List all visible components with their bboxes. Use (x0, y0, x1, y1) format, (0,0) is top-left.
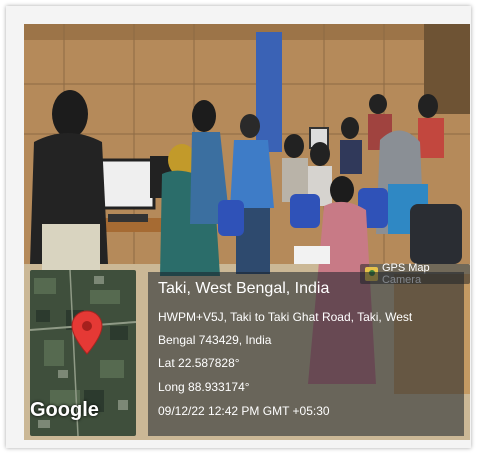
address-line-1: HWPM+V5J, Taki to Taki Ghat Road, Taki, … (158, 310, 413, 324)
geotagged-photo: GPS Map Camera (24, 24, 470, 440)
location-pin-icon (71, 310, 103, 355)
longitude-text: Long 88.933174° (158, 380, 250, 394)
satellite-map-thumbnail: Google (30, 270, 136, 436)
latitude-text: Lat 22.587828° (158, 356, 240, 370)
google-logo: Google (30, 399, 99, 421)
address-line-2: Bengal 743429, India (158, 333, 272, 347)
location-title: Taki, West Bengal, India (158, 280, 330, 297)
datetime-text: 09/12/22 12:42 PM GMT +05:30 (158, 404, 330, 418)
location-info-panel: Taki, West Bengal, India HWPM+V5J, Taki … (148, 272, 464, 436)
